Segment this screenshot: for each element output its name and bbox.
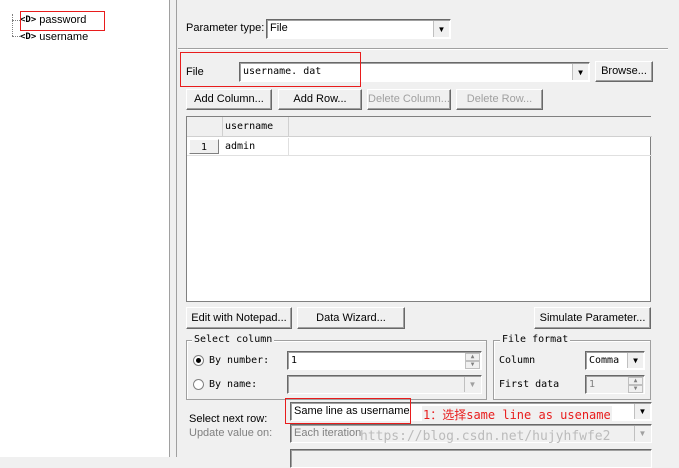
grid-header: username (187, 117, 652, 137)
column-delimiter-select[interactable]: Comma ▼ (585, 351, 645, 370)
row-number[interactable]: 1 (189, 139, 219, 154)
browse-button[interactable]: Browse... (595, 61, 653, 82)
chevron-down-icon[interactable]: ▼ (464, 377, 480, 392)
tree-item-username[interactable]: <D> username (20, 30, 88, 44)
divider (178, 49, 668, 50)
column-delimiter-label: Column (499, 355, 536, 366)
watermark: https://blog.csdn.net/hujyhfwfe2 (360, 429, 611, 444)
select-column-title: Select column (192, 334, 275, 345)
first-data-value: 1 (589, 379, 596, 390)
file-format-title: File format (500, 334, 571, 345)
data-grid[interactable]: username 1 admin (186, 116, 652, 302)
by-number-label: By number: (209, 355, 270, 366)
tree-line (12, 14, 13, 36)
column-header[interactable]: username (223, 117, 289, 137)
first-data-label: First data (499, 379, 560, 390)
grid-corner (187, 117, 223, 137)
spin-up-icon[interactable]: ▲ (628, 377, 643, 385)
add-column-button[interactable]: Add Column... (186, 89, 272, 110)
column-number-field[interactable]: 1 ▲ ▼ (287, 351, 482, 370)
spin-down-icon[interactable]: ▼ (465, 361, 480, 369)
table-cell[interactable]: admin (225, 138, 289, 156)
chevron-down-icon[interactable]: ▼ (433, 21, 449, 37)
edit-with-notepad-button[interactable]: Edit with Notepad... (186, 307, 292, 329)
chevron-down-icon[interactable]: ▼ (634, 404, 650, 419)
column-name-select[interactable]: ▼ (287, 375, 482, 394)
spin-down-icon[interactable]: ▼ (628, 385, 643, 393)
column-number-value: 1 (291, 355, 298, 366)
update-value-value: Each iteration (294, 427, 362, 439)
column-delimiter-value: Comma (589, 355, 620, 366)
table-row[interactable]: 1 admin (187, 138, 652, 156)
highlight-box (180, 52, 361, 87)
parameter-type-value: File (270, 22, 288, 34)
parameter-tree: <D> password <D> username (0, 0, 170, 457)
delete-column-button[interactable]: Delete Column... (367, 89, 451, 110)
by-name-radio[interactable] (193, 379, 204, 390)
update-value-label: Update value on: (189, 427, 273, 439)
chevron-down-icon[interactable]: ▼ (627, 353, 643, 368)
first-data-field[interactable]: 1 ▲ ▼ (585, 375, 645, 394)
when-out-of-values-select[interactable] (290, 449, 652, 468)
by-name-label: By name: (209, 379, 258, 390)
pane-divider (176, 0, 177, 457)
chevron-down-icon[interactable]: ▼ (634, 426, 650, 441)
tree-item-label: username (39, 31, 89, 43)
parameter-type-label: Parameter type: (186, 22, 265, 34)
tree-line (12, 36, 20, 37)
select-next-row-label: Select next row: (189, 413, 268, 425)
delete-row-button[interactable]: Delete Row... (456, 89, 543, 110)
data-wizard-button[interactable]: Data Wizard... (297, 307, 405, 329)
parameter-icon: <D> (20, 32, 37, 42)
highlight-box (20, 11, 105, 31)
by-number-radio[interactable] (193, 355, 204, 366)
spin-up-icon[interactable]: ▲ (465, 353, 480, 361)
parameter-type-select[interactable]: File ▼ (266, 19, 451, 39)
add-row-button[interactable]: Add Row... (278, 89, 362, 110)
highlight-box (285, 398, 411, 424)
simulate-parameter-button[interactable]: Simulate Parameter... (534, 307, 651, 329)
chevron-down-icon[interactable]: ▼ (572, 64, 588, 80)
tree-line (12, 20, 20, 21)
annotation-text: 1：选择same line as usename (422, 406, 612, 423)
